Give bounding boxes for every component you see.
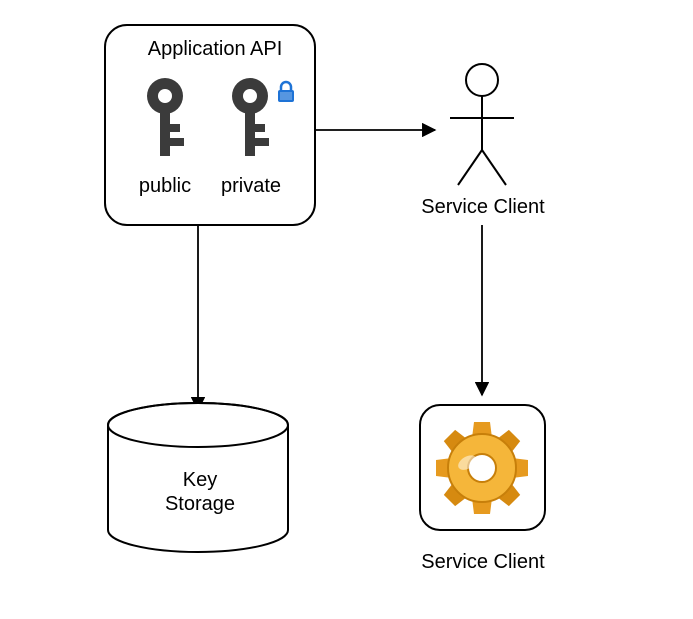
service-label: Service Client bbox=[418, 551, 548, 574]
lock-icon bbox=[278, 82, 294, 102]
gear-icon bbox=[436, 422, 528, 514]
key-icon-private bbox=[232, 78, 269, 156]
key-public-label: public bbox=[135, 175, 195, 198]
actor-icon bbox=[450, 64, 514, 185]
key-private-label: private bbox=[216, 175, 286, 198]
diagram-svg bbox=[0, 0, 693, 619]
application-api-title: Application API bbox=[145, 38, 285, 61]
storage-label: Key Storage bbox=[150, 468, 250, 516]
key-icon-public bbox=[147, 78, 184, 156]
actor-label: Service Client bbox=[418, 196, 548, 219]
diagram-canvas: Application API public private Key Stora… bbox=[0, 0, 693, 619]
